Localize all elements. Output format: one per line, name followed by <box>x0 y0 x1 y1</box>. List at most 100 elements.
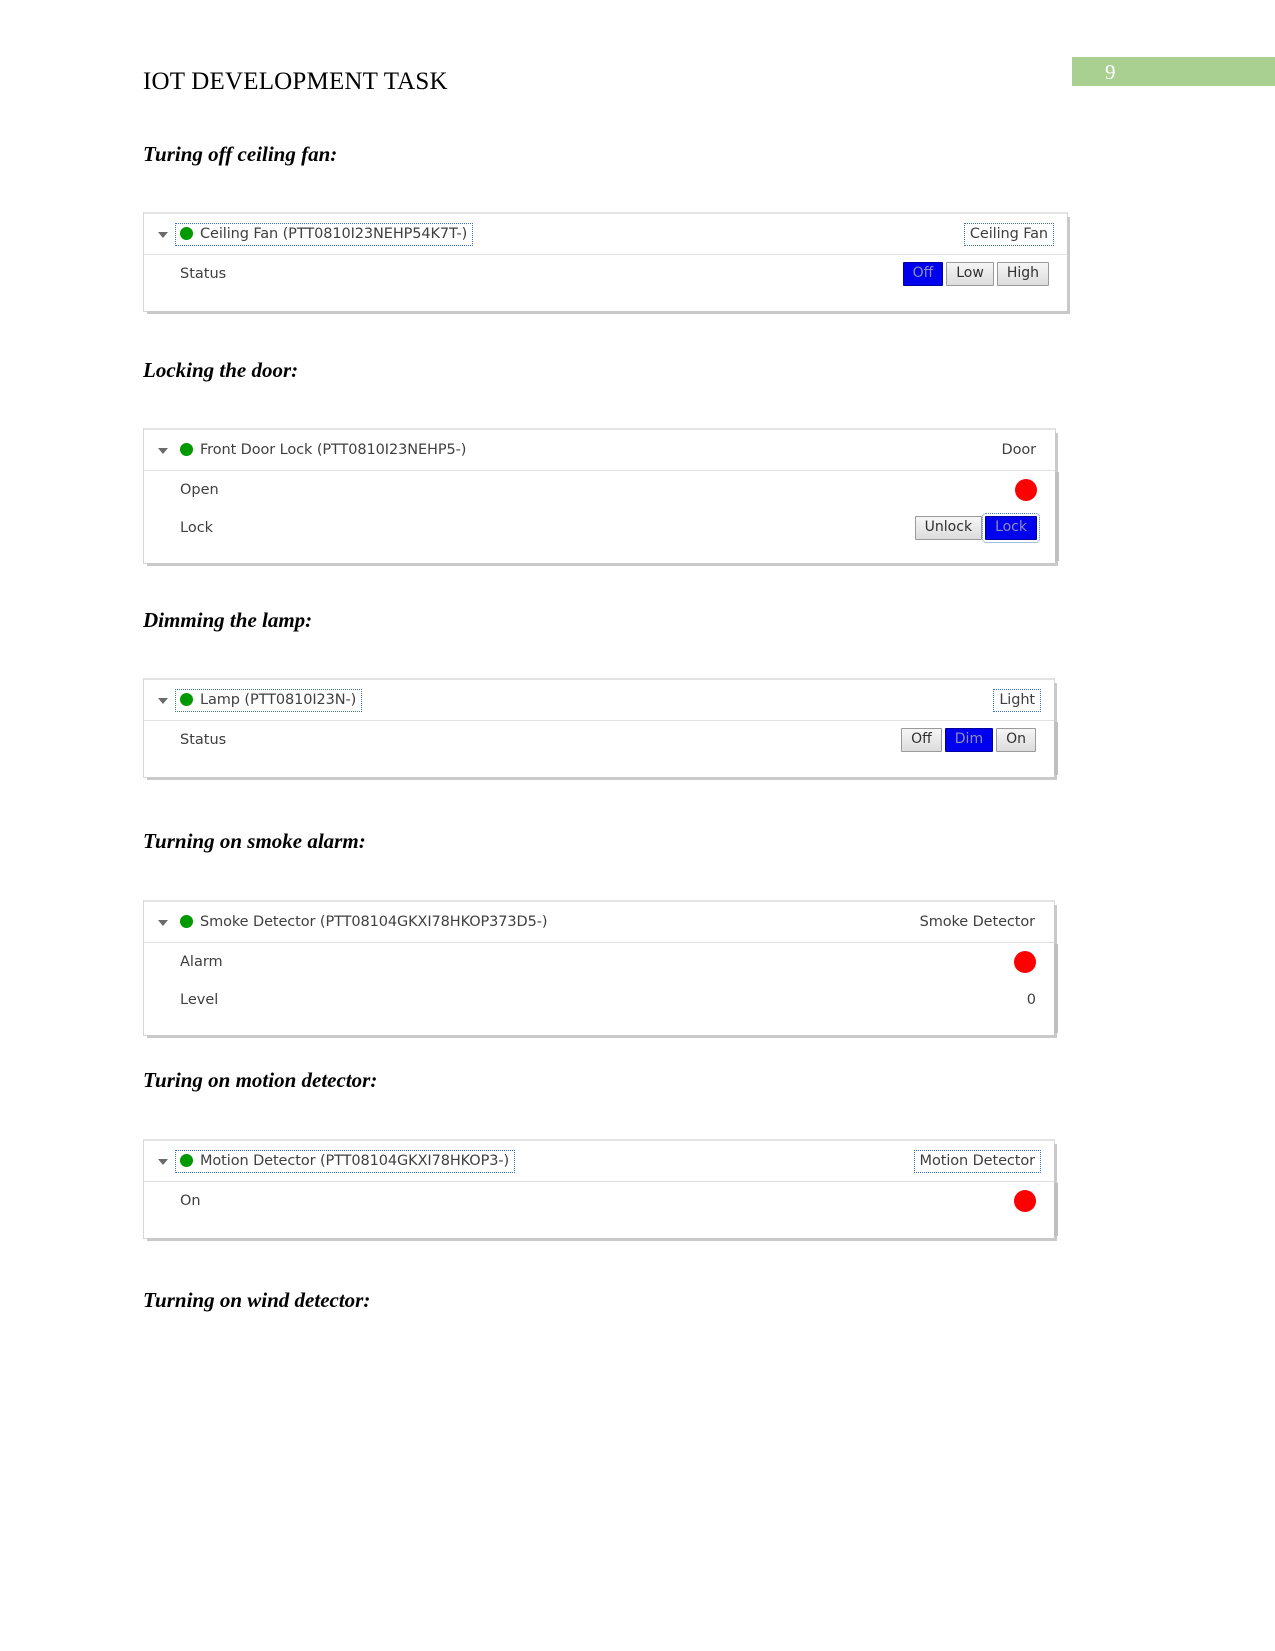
device-title[interactable]: Smoke Detector (PTT08104GKXI78HKOP373D5-… <box>176 912 552 933</box>
device-panel-container: Smoke Detector (PTT08104GKXI78HKOP373D5-… <box>143 900 1058 1038</box>
attribute-label: Level <box>180 992 219 1008</box>
panel-edge-shadow-bottom <box>147 563 1058 566</box>
attribute-value <box>1014 1190 1036 1212</box>
button-unlock[interactable]: Unlock <box>914 516 983 540</box>
panel-bottom-spacer <box>144 1019 1054 1035</box>
attribute-label: Open <box>180 482 219 498</box>
device-panel: Smoke Detector (PTT08104GKXI78HKOP373D5-… <box>143 900 1058 1038</box>
device-type-label: Ceiling Fan <box>963 222 1055 246</box>
device-panel-header: Motion Detector (PTT08104GKXI78HKOP3-) Mo… <box>144 1141 1054 1182</box>
device-panel: Motion Detector (PTT08104GKXI78HKOP3-) Mo… <box>143 1139 1058 1241</box>
attribute-value: Off Low High <box>902 262 1049 286</box>
device-panel: Lamp (PTT0810I23N-) Light Status Off Dim On <box>143 678 1058 780</box>
section-heading: Turning on smoke alarm: <box>143 829 366 853</box>
device-attribute-row: Status Off Low High <box>144 255 1067 293</box>
section-heading: Dimming the lamp: <box>143 608 313 632</box>
device-attribute-row: Lock Unlock Lock <box>144 509 1055 547</box>
attribute-value: 0 <box>1027 992 1036 1008</box>
section-heading: Turing on motion detector: <box>143 1068 378 1092</box>
device-type-label: Smoke Detector <box>919 913 1036 930</box>
device-name-label: Motion Detector (PTT08104GKXI78HKOP3-) <box>200 1152 510 1169</box>
button-lock[interactable]: Lock <box>982 513 1040 543</box>
attribute-label: Status <box>180 266 227 282</box>
button-on[interactable]: On <box>996 728 1036 752</box>
page-number: 9 <box>1105 60 1116 84</box>
status-led-indicator-icon <box>1014 951 1036 973</box>
section-heading: Locking the door: <box>143 358 299 382</box>
device-title[interactable]: Ceiling Fan (PTT0810I23NEHP54K7T-) <box>174 222 474 246</box>
device-panel-body: Open Lock Unlock Lock <box>144 471 1055 563</box>
button-dim[interactable]: Dim <box>944 728 994 752</box>
device-panel-header: Lamp (PTT0810I23N-) Light <box>144 680 1054 721</box>
panel-edge-shadow-bottom <box>147 777 1057 780</box>
device-attribute-row: Level 0 <box>144 981 1054 1019</box>
device-panel-body: Status Off Dim On <box>144 721 1054 777</box>
attribute-label: Status <box>180 732 227 748</box>
segmented-button-group: Off Low High <box>902 262 1049 286</box>
device-title[interactable]: Motion Detector (PTT08104GKXI78HKOP3-) <box>174 1149 516 1173</box>
chevron-down-icon[interactable] <box>158 1156 169 1167</box>
device-name-label: Smoke Detector (PTT08104GKXI78HKOP373D5-… <box>200 913 548 930</box>
online-status-dot-icon <box>180 227 193 240</box>
numeric-value: 0 <box>1026 992 1036 1008</box>
vertical-scrollbar[interactable] <box>1055 472 1059 561</box>
device-attribute-row: On <box>144 1182 1054 1220</box>
device-panel-container: Ceiling Fan (PTT0810I23NEHP54K7T-) Ceilin… <box>143 212 1070 314</box>
device-title[interactable]: Lamp (PTT0810I23N-) <box>174 688 363 712</box>
attribute-value: Unlock Lock <box>914 513 1040 543</box>
device-type-label: Door <box>1001 441 1037 458</box>
device-panel-body: On <box>144 1182 1054 1238</box>
chevron-down-icon[interactable] <box>158 695 169 706</box>
device-panel: Ceiling Fan (PTT0810I23NEHP54K7T-) Ceilin… <box>143 212 1070 314</box>
panel-bottom-spacer <box>144 293 1067 311</box>
device-attribute-row: Alarm <box>144 943 1054 981</box>
device-name-label: Front Door Lock (PTT0810I23NEHP5-) <box>200 441 467 458</box>
segmented-button-group: Unlock Lock <box>914 513 1040 543</box>
device-attribute-row: Open <box>144 471 1055 509</box>
online-status-dot-icon <box>180 693 193 706</box>
device-panel-container: Front Door Lock (PTT0810I23NEHP5-) Door Op… <box>143 428 1059 566</box>
panel-edge-shadow-bottom <box>147 1035 1057 1038</box>
panel-bottom-spacer <box>144 759 1054 777</box>
device-title[interactable]: Front Door Lock (PTT0810I23NEHP5-) <box>176 440 471 461</box>
device-panel-header: Ceiling Fan (PTT0810I23NEHP54K7T-) Ceilin… <box>144 214 1067 255</box>
button-off[interactable]: Off <box>902 262 944 286</box>
button-low[interactable]: Low <box>946 262 994 286</box>
section-heading: Turning on wind detector: <box>143 1288 371 1312</box>
section-heading: Turing off ceiling fan: <box>143 142 338 166</box>
button-off[interactable]: Off <box>901 728 942 752</box>
vertical-scrollbar[interactable] <box>1054 722 1058 775</box>
panel-edge-shadow-right <box>1067 217 1070 314</box>
device-panel-body: Alarm Level 0 <box>144 943 1054 1035</box>
segmented-button-group: Off Dim On <box>901 728 1036 752</box>
panel-bottom-spacer <box>144 1220 1054 1238</box>
panel-edge-shadow-bottom <box>147 1238 1057 1241</box>
chevron-down-icon[interactable] <box>158 445 169 456</box>
attribute-label: Lock <box>180 520 214 536</box>
vertical-scrollbar[interactable] <box>1054 1183 1058 1236</box>
device-type-label: Light <box>993 688 1041 712</box>
page-header: IOT DEVELOPMENT TASK 9 <box>0 0 1275 120</box>
online-status-dot-icon <box>180 443 193 456</box>
button-high[interactable]: High <box>996 262 1049 286</box>
device-panel-container: Motion Detector (PTT08104GKXI78HKOP3-) Mo… <box>143 1139 1058 1241</box>
device-panel-header: Smoke Detector (PTT08104GKXI78HKOP373D5-… <box>144 902 1054 943</box>
device-panel-container: Lamp (PTT0810I23N-) Light Status Off Dim On <box>143 678 1058 780</box>
document-title: IOT DEVELOPMENT TASK <box>143 68 448 95</box>
chevron-down-icon[interactable] <box>158 229 169 240</box>
chevron-down-icon[interactable] <box>158 917 169 928</box>
panel-edge-shadow-bottom <box>147 311 1070 314</box>
device-panel: Front Door Lock (PTT0810I23NEHP5-) Door Op… <box>143 428 1059 566</box>
attribute-label: Alarm <box>180 954 223 970</box>
status-led-indicator-icon <box>1014 1190 1036 1212</box>
device-type-label: Motion Detector <box>913 1149 1042 1173</box>
attribute-label: On <box>180 1193 201 1209</box>
device-panel-body: Status Off Low High <box>144 255 1067 311</box>
status-led-indicator-icon <box>1015 479 1037 501</box>
device-name-label: Lamp (PTT0810I23N-) <box>200 691 357 708</box>
vertical-scrollbar[interactable] <box>1054 944 1058 1033</box>
attribute-value <box>1014 951 1036 973</box>
attribute-value: Off Dim On <box>901 728 1036 752</box>
page-number-badge: 9 <box>1072 57 1275 86</box>
online-status-dot-icon <box>180 1154 193 1167</box>
